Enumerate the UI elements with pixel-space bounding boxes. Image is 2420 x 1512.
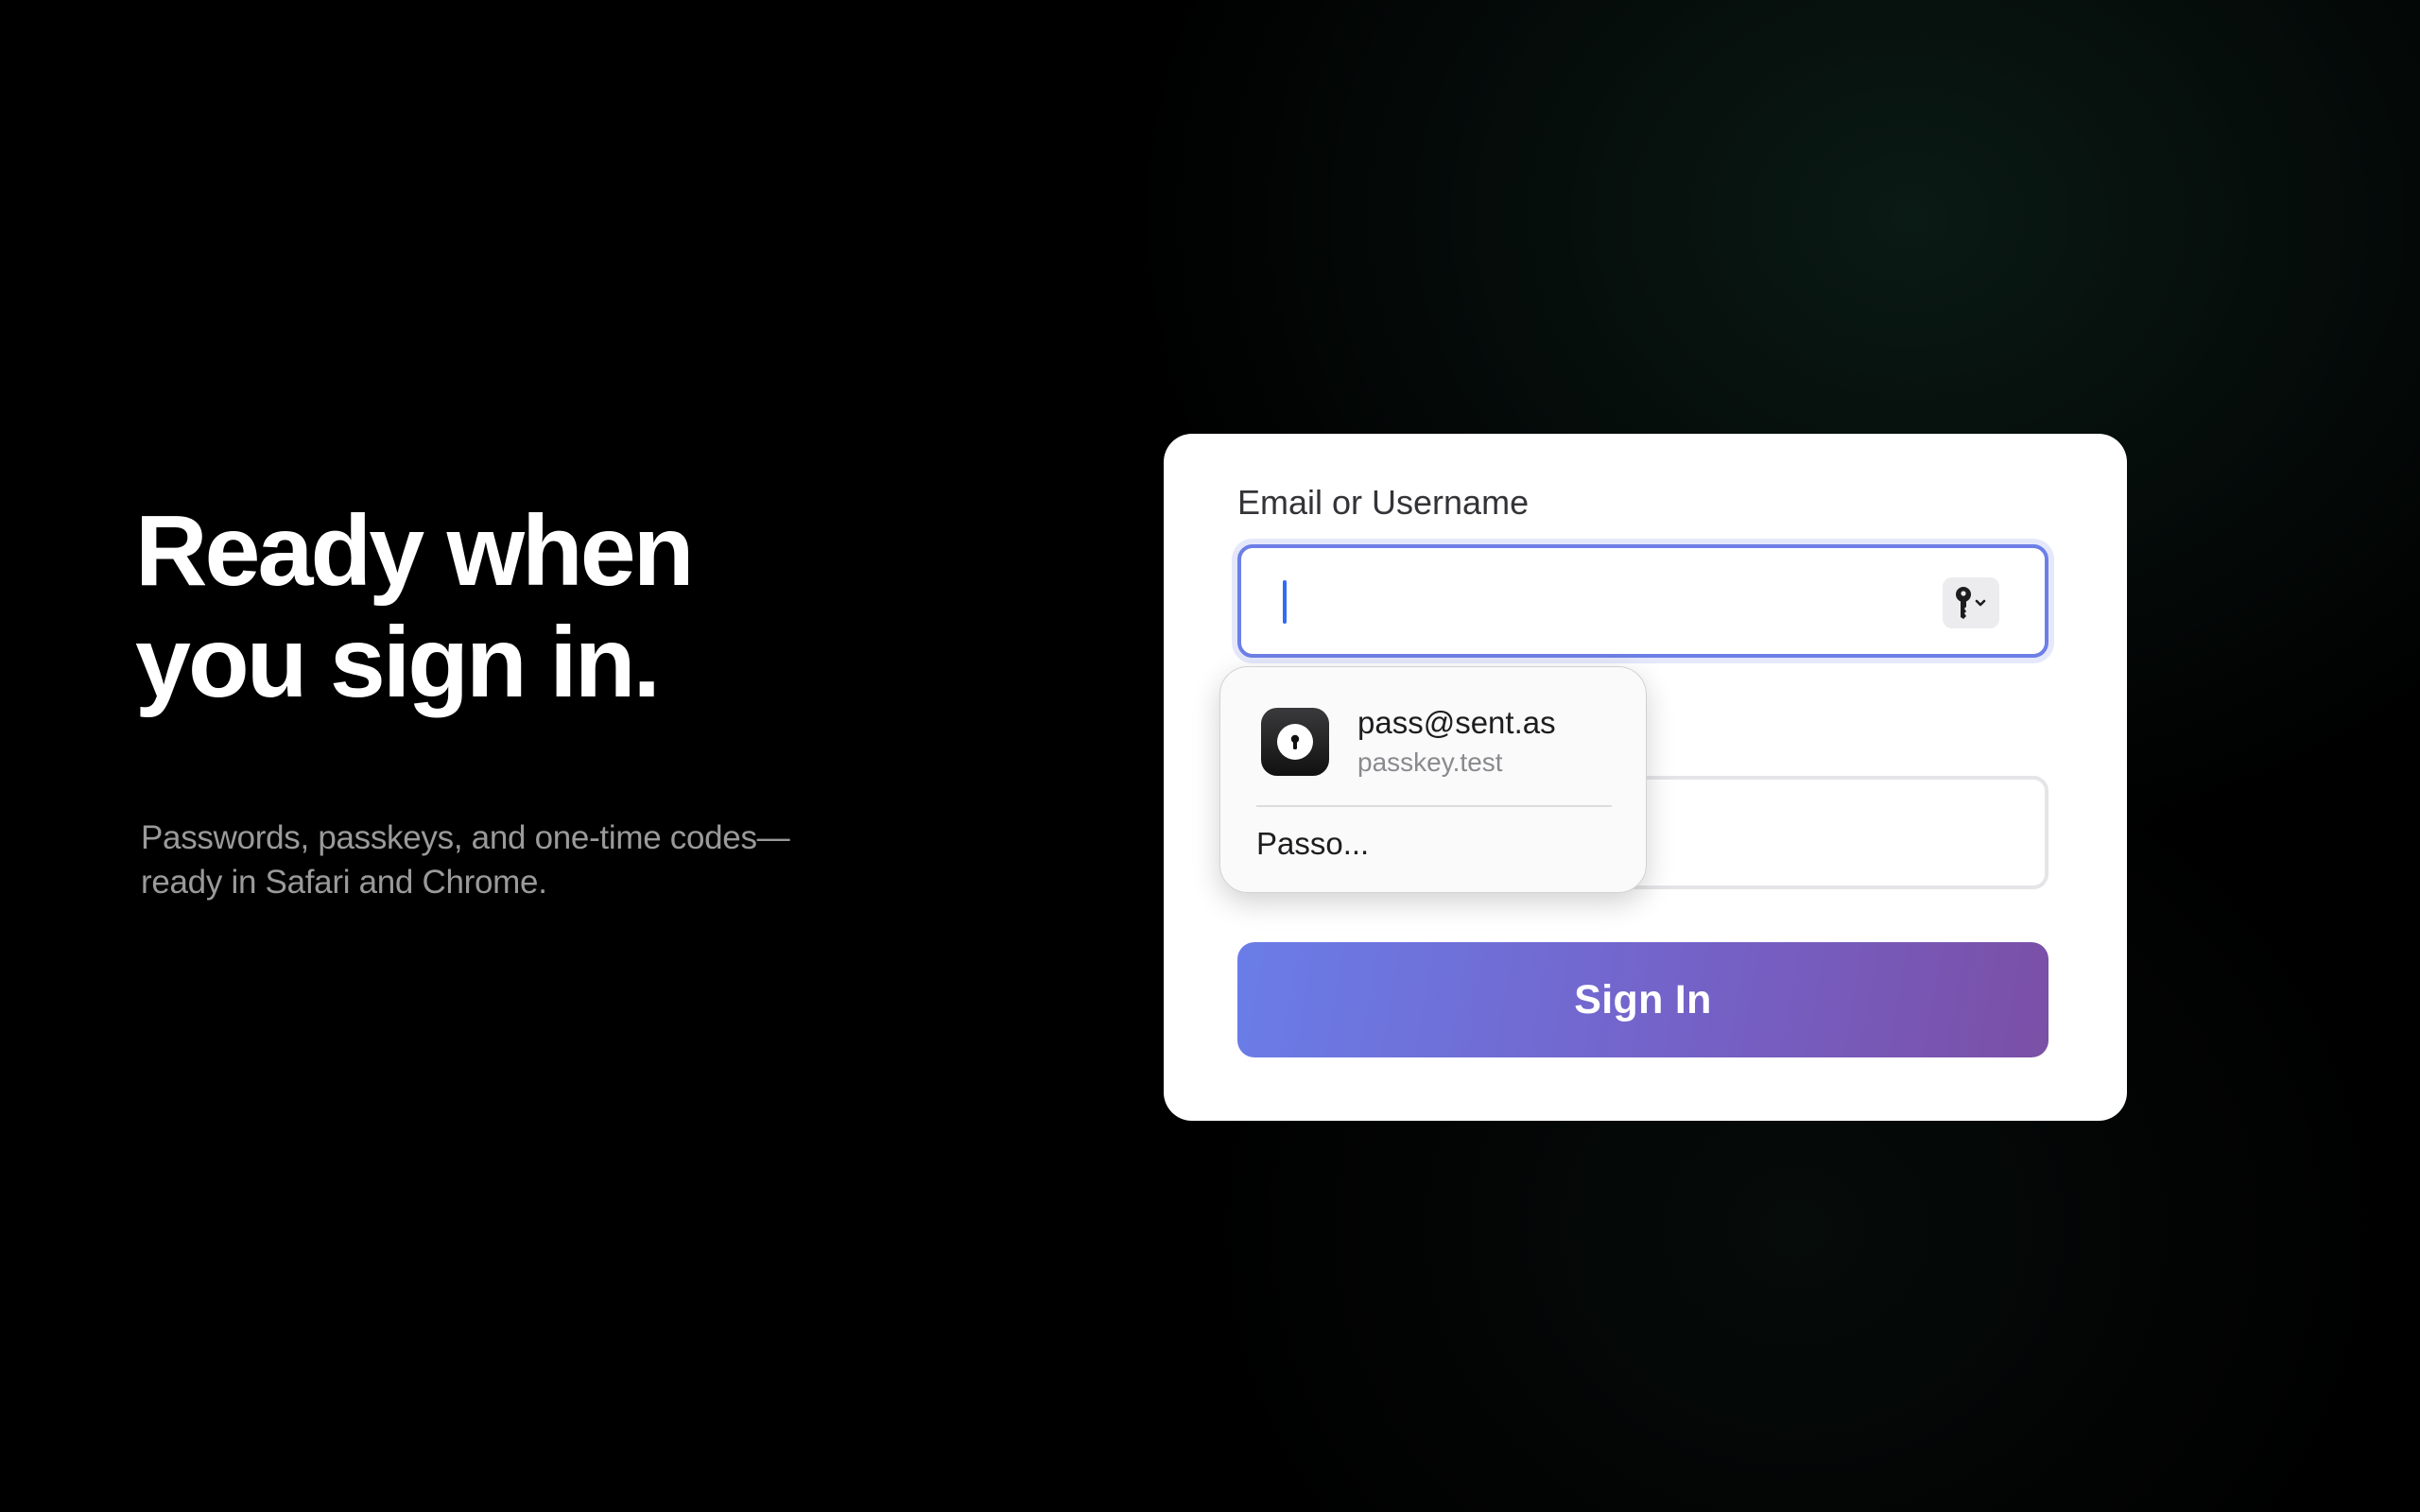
hero-title-line-1: Ready when	[135, 495, 695, 607]
hero-title-line-2: you sign in.	[135, 607, 661, 718]
sign-in-button[interactable]: Sign In	[1237, 942, 2048, 1057]
open-passwords-item[interactable]: Passo...	[1256, 826, 1369, 862]
popup-divider	[1256, 805, 1612, 807]
suggestion-domain: passkey.test	[1357, 747, 1503, 777]
hero-title: Ready when you sign in.	[135, 495, 986, 718]
hero-subtitle-line-2: ready in Safari and Chrome.	[141, 864, 547, 901]
key-icon	[1956, 587, 1986, 619]
autofill-popup: pass@sent.as passkey.test Passo...	[1219, 666, 1647, 893]
hero-subtitle: Passwords, passkeys, and one-time codes—…	[141, 816, 986, 904]
hero-subtitle-line-1: Passwords, passkeys, and one-time codes—	[141, 819, 790, 856]
suggestion-account: pass@sent.as	[1357, 705, 1556, 740]
lock-icon	[1277, 724, 1313, 760]
password-autofill-button[interactable]	[1943, 577, 1999, 628]
text-caret	[1283, 580, 1287, 624]
hero-section: Ready when you sign in. Passwords, passk…	[135, 495, 986, 904]
passwords-app-icon	[1261, 708, 1329, 776]
email-field[interactable]	[1237, 544, 2048, 658]
email-label: Email or Username	[1237, 483, 1530, 522]
chevron-down-icon	[1975, 599, 1986, 607]
